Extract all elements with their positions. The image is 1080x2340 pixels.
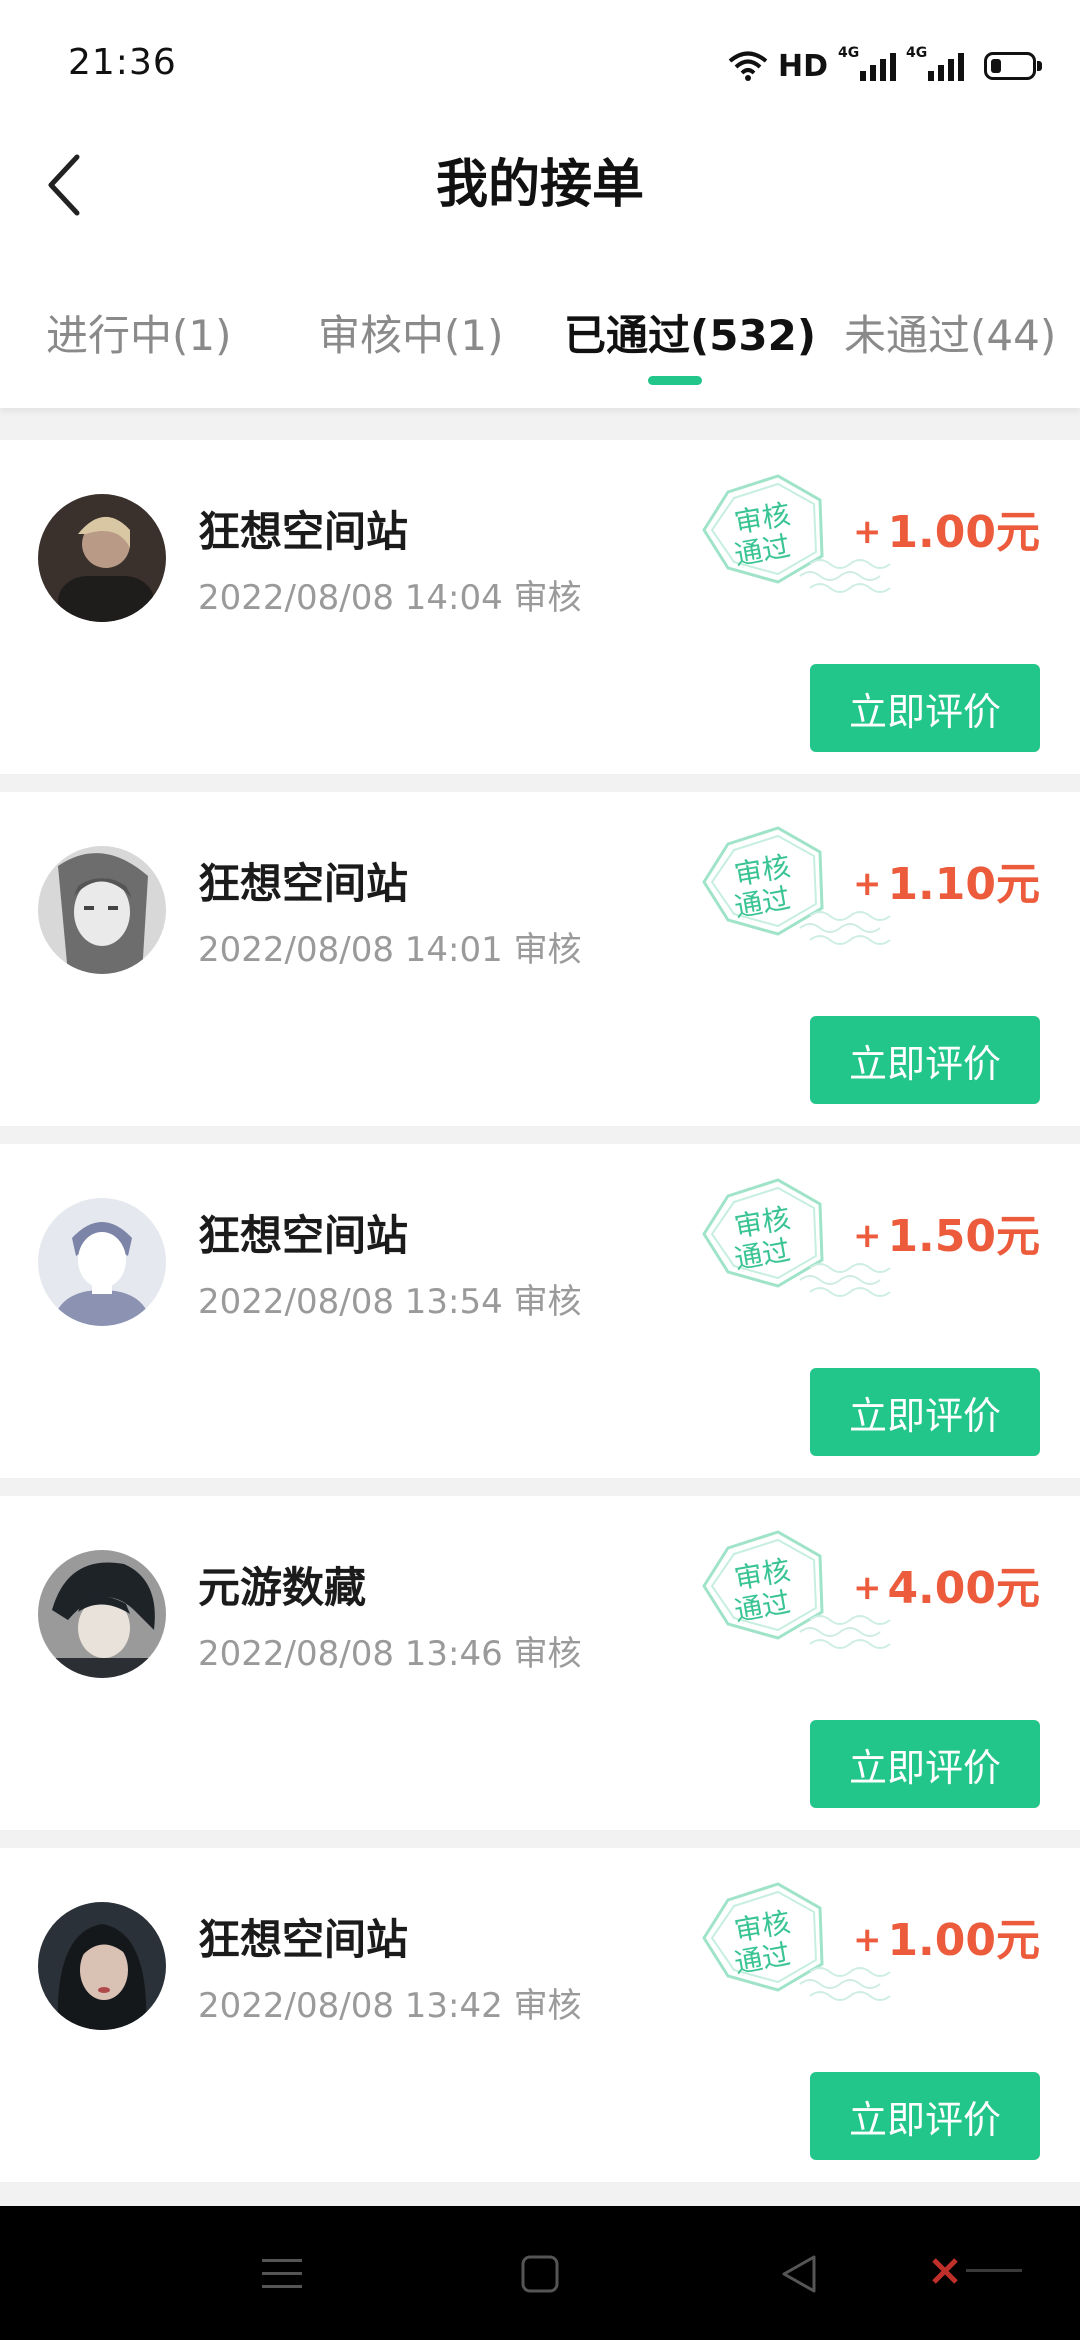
reward-amount: +4.00元 [853,1552,1040,1616]
active-tab-indicator [648,376,702,385]
logo-icon [932,2258,958,2284]
review-time: 2022/08/08 13:54 审核 [198,1282,582,1322]
network-type-label: 4G [906,45,928,61]
rate-now-button[interactable]: 立即评价 [810,1368,1040,1456]
hd-label: HD [777,48,828,84]
review-time: 2022/08/08 13:42 审核 [198,1986,582,2026]
tab-approved[interactable]: 已通过(532) [564,302,816,363]
avatar [38,1198,166,1326]
publisher-name: 狂想空间站 [198,1211,409,1260]
signal-icon: 4G [838,45,896,81]
plus-sign: + [852,1568,882,1608]
order-card: 狂想空间站 2022/08/08 13:42 审核 审核 通过 +1.00元 立… [0,1848,1080,2182]
publisher-name: 狂想空间站 [198,1915,409,1964]
nav-bar: 我的接单 [0,130,1080,240]
reward-amount: +1.10元 [853,848,1040,912]
home-button[interactable] [510,2244,570,2304]
amount-value: 1.50元 [887,1211,1040,1262]
reward-amount: +1.50元 [853,1200,1040,1264]
review-time: 2022/08/08 13:46 审核 [198,1634,582,1674]
menu-button[interactable] [252,2244,312,2304]
back-triangle-icon [782,2255,816,2293]
avatar [38,1902,166,2030]
reward-amount: +1.00元 [853,496,1040,560]
network-type-label: 4G [838,45,860,61]
menu-icon [262,2259,302,2288]
system-nav-bar [0,2206,1080,2340]
status-time: 21:36 [68,42,177,83]
rate-now-button[interactable]: 立即评价 [810,2072,1040,2160]
reward-amount: +1.00元 [853,1904,1040,1968]
order-card: 狂想空间站 2022/08/08 13:54 审核 审核 通过 +1.50元 立… [0,1144,1080,1478]
review-time: 2022/08/08 14:04 审核 [198,578,582,618]
publisher-name: 狂想空间站 [198,859,409,908]
order-list: 狂想空间站 2022/08/08 14:04 审核 审核 通过 +1.00元 立… [0,440,1080,2200]
order-card: 元游数藏 2022/08/08 13:46 审核 审核 通过 +4.00元 立即… [0,1496,1080,1830]
avatar [38,846,166,974]
avatar [38,494,166,622]
tab-bar: 进行中(1) 审核中(1) 已通过(532) 未通过(44) [0,240,1080,408]
rate-now-button[interactable]: 立即评价 [810,664,1040,752]
rate-now-button[interactable]: 立即评价 [810,1720,1040,1808]
avatar [38,1550,166,1678]
tab-rejected[interactable]: 未通过(44) [844,302,1056,363]
tab-under-review[interactable]: 审核中(1) [318,302,504,363]
wifi-icon [728,51,768,81]
rate-now-button[interactable]: 立即评价 [810,1016,1040,1104]
plus-sign: + [852,1216,882,1256]
status-icons: HD 4G 4G [728,45,1042,86]
plus-sign: + [852,512,882,552]
amount-value: 4.00元 [887,1563,1040,1614]
amount-value: 1.10元 [887,859,1040,910]
back-nav-button[interactable] [768,2244,828,2304]
tab-in-progress[interactable]: 进行中(1) [46,302,232,363]
publisher-name: 元游数藏 [198,1563,367,1612]
status-bar: 21:36 HD 4G 4G [0,0,1080,130]
plus-sign: + [852,1920,882,1960]
watermark-logo [930,2256,1022,2286]
page-title: 我的接单 [435,155,644,215]
watermark-text-mark [966,2269,1022,2272]
amount-value: 1.00元 [887,507,1040,558]
order-card: 狂想空间站 2022/08/08 14:01 审核 审核 通过 +1.10元 立… [0,792,1080,1126]
amount-value: 1.00元 [887,1915,1040,1966]
battery-icon [984,52,1042,80]
signal-icon: 4G [906,45,964,81]
review-time: 2022/08/08 14:01 审核 [198,930,582,970]
publisher-name: 狂想空间站 [198,507,409,556]
plus-sign: + [852,864,882,904]
order-card: 狂想空间站 2022/08/08 14:04 审核 审核 通过 +1.00元 立… [0,440,1080,774]
home-square-icon [521,2255,559,2293]
